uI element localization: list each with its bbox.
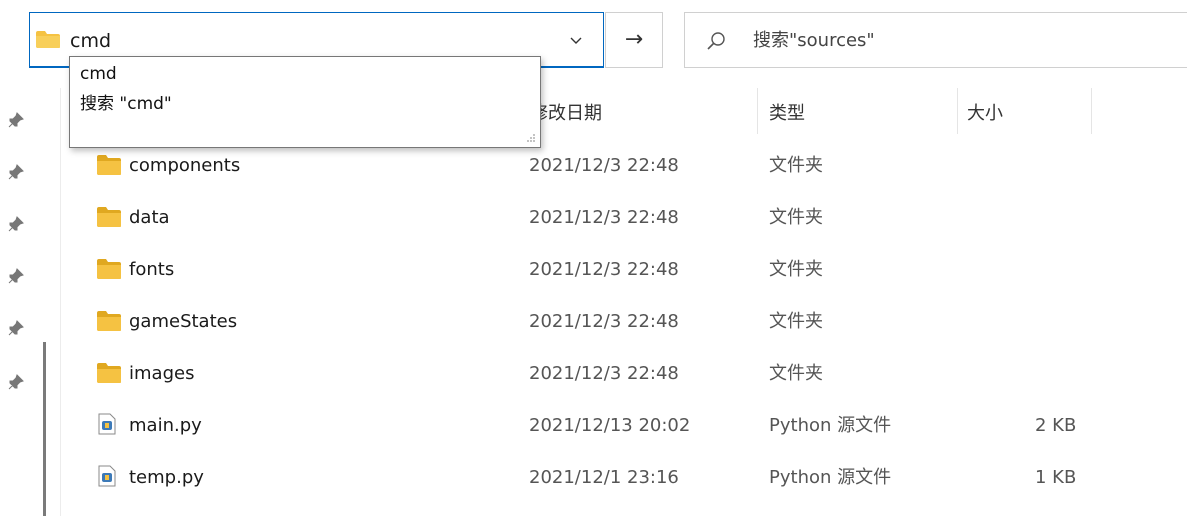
column-size[interactable]: 大小 <box>967 102 1003 126</box>
list-item[interactable]: gameStates 2021/12/3 22:48 文件夹 <box>60 296 1187 348</box>
search-input[interactable]: 搜索"sources" <box>753 30 875 52</box>
file-type: Python 源文件 <box>769 415 892 436</box>
folder-icon <box>97 259 121 279</box>
file-name: fonts <box>129 259 175 280</box>
python-file-icon <box>98 465 116 487</box>
pin-icon[interactable] <box>6 162 26 182</box>
list-item[interactable]: temp.py 2021/12/1 23:16 Python 源文件 1 KB <box>60 452 1187 504</box>
quick-access-pane <box>0 88 36 516</box>
file-name: components <box>129 155 241 176</box>
file-name: main.py <box>129 415 202 436</box>
search-icon <box>707 32 725 50</box>
search-box[interactable]: 搜索"sources" <box>684 12 1187 68</box>
column-separator[interactable] <box>1091 88 1092 134</box>
list-item[interactable]: data 2021/12/3 22:48 文件夹 <box>60 192 1187 244</box>
list-item[interactable]: main.py 2021/12/13 20:02 Python 源文件 2 KB <box>60 400 1187 452</box>
autocomplete-item[interactable]: 搜索 "cmd" <box>80 93 172 115</box>
column-type[interactable]: 类型 <box>769 102 805 126</box>
python-file-icon <box>98 413 116 435</box>
file-type: 文件夹 <box>769 363 823 384</box>
file-name: temp.py <box>129 467 204 488</box>
file-type: 文件夹 <box>769 311 823 332</box>
chevron-down-icon[interactable] <box>568 30 584 50</box>
file-type: Python 源文件 <box>769 467 892 488</box>
address-input[interactable]: cmd <box>70 29 111 53</box>
folder-icon <box>97 155 121 175</box>
file-name: gameStates <box>129 311 238 332</box>
resize-grip-icon[interactable] <box>526 133 536 143</box>
folder-icon <box>97 363 121 383</box>
file-date: 2021/12/3 22:48 <box>529 311 679 332</box>
column-separator[interactable] <box>757 88 758 134</box>
address-autocomplete: cmd 搜索 "cmd" <box>69 56 541 148</box>
nav-scrollbar[interactable] <box>43 342 46 516</box>
file-date: 2021/12/1 23:16 <box>529 467 679 488</box>
list-item[interactable]: images 2021/12/3 22:48 文件夹 <box>60 348 1187 400</box>
file-type: 文件夹 <box>769 259 823 280</box>
pin-icon[interactable] <box>6 214 26 234</box>
autocomplete-item[interactable]: cmd <box>80 63 117 85</box>
file-date: 2021/12/3 22:48 <box>529 259 679 280</box>
arrow-right-icon: → <box>624 27 644 52</box>
pin-icon[interactable] <box>6 372 26 392</box>
folder-icon <box>36 31 60 48</box>
file-type: 文件夹 <box>769 155 823 176</box>
file-date: 2021/12/3 22:48 <box>529 363 679 384</box>
pin-icon[interactable] <box>6 318 26 338</box>
file-date: 2021/12/3 22:48 <box>529 207 679 228</box>
pin-icon[interactable] <box>6 110 26 130</box>
column-separator[interactable] <box>957 88 958 134</box>
file-size: 1 KB <box>1035 467 1077 488</box>
file-type: 文件夹 <box>769 207 823 228</box>
file-size: 2 KB <box>1035 415 1077 436</box>
pin-icon[interactable] <box>6 266 26 286</box>
folder-icon <box>97 207 121 227</box>
list-item[interactable]: fonts 2021/12/3 22:48 文件夹 <box>60 244 1187 296</box>
file-name: data <box>129 207 170 228</box>
go-button[interactable]: → <box>605 12 663 68</box>
file-name: images <box>129 363 195 384</box>
file-date: 2021/12/3 22:48 <box>529 155 679 176</box>
folder-icon <box>97 311 121 331</box>
file-date: 2021/12/13 20:02 <box>529 415 691 436</box>
